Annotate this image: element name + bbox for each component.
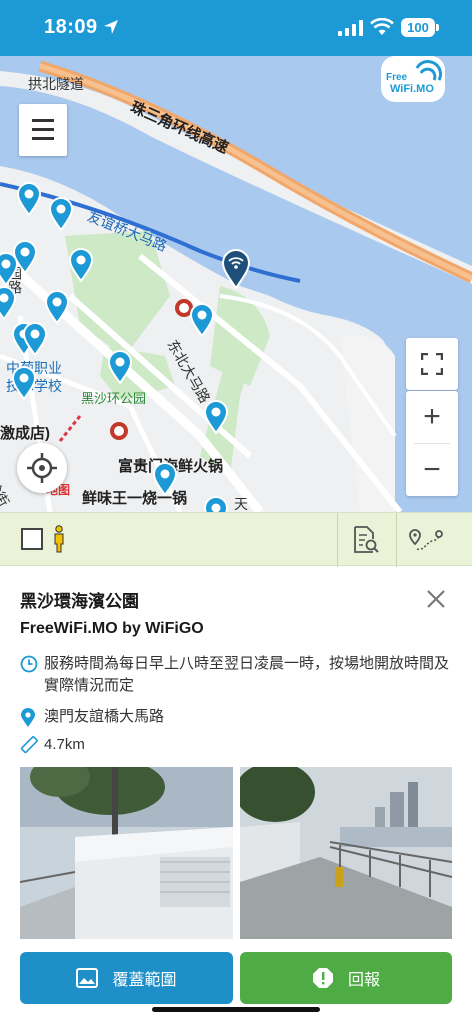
- map-pin-icon[interactable]: [17, 182, 41, 216]
- status-time: 18:09: [44, 16, 98, 38]
- filter-checkbox[interactable]: [21, 528, 43, 550]
- fullscreen-icon[interactable]: [406, 338, 458, 390]
- zoom-out-button[interactable]: −: [406, 444, 458, 496]
- ruler-icon: [20, 734, 44, 759]
- logo-text-free: Free: [386, 72, 408, 83]
- map-pin-icon[interactable]: [190, 303, 214, 337]
- zoom-control: + −: [406, 391, 458, 496]
- distance: 4.7km: [44, 736, 85, 753]
- battery-tip: [436, 24, 439, 31]
- map-pin-icon[interactable]: [12, 366, 36, 400]
- place-title: 黑沙環海濱公園: [20, 592, 139, 611]
- cellular-signal-icon: [338, 20, 363, 36]
- service-hours: 服務時間為每日早上八時至翌日凌晨一時，按場地開放時間及實際情況而定: [44, 655, 450, 694]
- location-photo-1[interactable]: [20, 767, 233, 939]
- location-arrow-icon: [104, 20, 118, 34]
- map-label-street: 天: [234, 496, 248, 512]
- report-button[interactable]: 回報: [240, 952, 452, 1004]
- crosshair-icon: [27, 453, 57, 483]
- address-row: 澳門友誼橋大馬路: [20, 706, 460, 733]
- map-pin-icon[interactable]: [0, 286, 16, 320]
- location-photo-2[interactable]: [240, 767, 452, 939]
- map-pin-icon[interactable]: [0, 252, 18, 286]
- coverage-button[interactable]: 覆蓋範圍: [20, 952, 233, 1004]
- map-pin-icon[interactable]: [153, 462, 177, 496]
- hamburger-line: [32, 137, 54, 140]
- fullscreen-control[interactable]: [406, 338, 458, 390]
- home-indicator[interactable]: [152, 1007, 320, 1012]
- clock-icon: [20, 653, 44, 697]
- map-pin-icon[interactable]: [204, 496, 228, 512]
- status-bar: 18:09 100: [0, 0, 472, 56]
- map-pin-icon[interactable]: [23, 322, 47, 356]
- alert-icon: [312, 968, 333, 988]
- image-icon: [76, 968, 99, 988]
- map-pin-icon[interactable]: [204, 400, 228, 434]
- map-pin-icon[interactable]: [108, 350, 132, 384]
- person-icon[interactable]: [52, 525, 66, 553]
- wifi-status-icon: [370, 18, 394, 35]
- locate-button[interactable]: [17, 443, 67, 493]
- provider-name: FreeWiFi.MO by WiFiGO: [20, 620, 204, 637]
- filter-bar: [0, 512, 472, 567]
- map-label-store: 激成店): [0, 425, 50, 442]
- logo-text-wifi: WiFi.MO: [390, 83, 434, 95]
- map-view[interactable]: 拱北隧道 珠三角环线高速 友谊桥大马路 园路 中葡职业 技术学校 黑沙环公园 东…: [0, 56, 472, 512]
- filter-divider: [396, 513, 397, 567]
- battery-indicator: 100: [401, 18, 435, 37]
- address: 澳門友誼橋大馬路: [44, 708, 165, 725]
- distance-row: 4.7km: [20, 734, 460, 759]
- selected-wifi-pin-icon[interactable]: [222, 249, 250, 289]
- hamburger-line: [32, 119, 54, 122]
- search-document-icon[interactable]: [352, 525, 380, 555]
- route-icon[interactable]: [408, 527, 444, 555]
- menu-button[interactable]: [19, 104, 67, 156]
- hours-row: 服務時間為每日早上八時至翌日凌晨一時，按場地開放時間及實際情況而定: [20, 653, 460, 697]
- map-label-park: 黑沙环公园: [81, 391, 147, 406]
- location-detail-panel: 黑沙環海濱公園 FreeWiFi.MO by WiFiGO 服務時間為每日早上八…: [0, 567, 472, 1024]
- coverage-button-label: 覆蓋範圍: [112, 972, 177, 989]
- hamburger-line: [32, 128, 54, 131]
- map-label-tunnel: 拱北隧道: [28, 76, 84, 92]
- map-pin-icon[interactable]: [45, 290, 69, 324]
- filter-divider: [337, 513, 338, 567]
- map-pin-icon[interactable]: [69, 248, 93, 282]
- report-button-label: 回報: [347, 972, 380, 989]
- map-pin-icon[interactable]: [49, 197, 73, 231]
- zoom-in-button[interactable]: +: [406, 391, 458, 443]
- location-pin-icon: [20, 706, 44, 733]
- close-icon[interactable]: [424, 587, 448, 611]
